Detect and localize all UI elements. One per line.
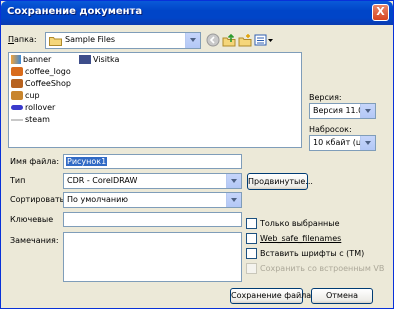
type-label: Тип bbox=[10, 176, 26, 185]
coreldraw-file-icon bbox=[11, 67, 23, 76]
embed-fonts-label: Вставить шрифты с (TM) bbox=[260, 249, 365, 258]
coreldraw-file-icon bbox=[11, 91, 23, 100]
keywords-input[interactable] bbox=[63, 212, 242, 227]
filename-value: Рисунок1 bbox=[66, 157, 108, 166]
web-safe-filenames-checkbox[interactable] bbox=[246, 233, 257, 244]
file-list[interactable]: banner coffee_logo CoffeeShop cup rollov… bbox=[8, 52, 302, 148]
embed-fonts-checkbox[interactable] bbox=[246, 248, 257, 259]
thumbnail-select[interactable]: 10 кбайт (цв) bbox=[309, 135, 376, 151]
filename-input[interactable]: Рисунок1 bbox=[63, 154, 242, 169]
close-button[interactable]: X bbox=[372, 4, 389, 21]
cancel-button[interactable]: Отмена bbox=[311, 288, 373, 304]
file-type-value: CDR - CorelDRAW bbox=[67, 176, 138, 185]
new-folder-icon[interactable] bbox=[238, 33, 252, 47]
thumbnail-label: Набросок: bbox=[309, 125, 352, 134]
image-icon bbox=[11, 55, 21, 64]
back-icon[interactable] bbox=[206, 33, 220, 47]
folder-value: Sample Files bbox=[65, 35, 116, 44]
coreldraw-file-icon bbox=[11, 79, 23, 88]
list-item[interactable]: coffee_logo bbox=[11, 66, 71, 77]
version-label: Версия: bbox=[309, 93, 342, 102]
sort-label: Сортировать bbox=[10, 195, 65, 204]
list-item[interactable]: rollover bbox=[11, 102, 55, 113]
list-item[interactable]: cup bbox=[11, 90, 40, 101]
coreldraw-file-icon bbox=[11, 105, 23, 110]
file-type-select[interactable]: CDR - CorelDRAW bbox=[63, 173, 242, 189]
folder-label: Папка: bbox=[8, 35, 37, 44]
selected-only-label: Только выбранные bbox=[260, 219, 340, 228]
sort-value: По умолчанию bbox=[67, 195, 129, 204]
save-file-button[interactable]: Сохранение файла bbox=[230, 288, 311, 304]
coreldraw-file-icon bbox=[79, 55, 91, 64]
save-with-vba-label: Сохранить со встроенным VBA пр bbox=[260, 264, 384, 273]
notes-label: Замечания: bbox=[10, 236, 59, 245]
list-item[interactable]: banner bbox=[11, 54, 51, 65]
filename-label: Имя файла: bbox=[10, 157, 60, 166]
selected-only-checkbox[interactable] bbox=[246, 218, 257, 229]
view-menu-icon[interactable] bbox=[254, 33, 274, 47]
notes-textarea[interactable] bbox=[63, 232, 242, 282]
save-document-dialog: Сохранение документа X Папка: Sample Fil… bbox=[0, 0, 394, 309]
list-item[interactable]: Visitka bbox=[79, 54, 119, 65]
advanced-button[interactable]: Продвинутые... bbox=[247, 173, 313, 190]
keywords-label: Ключевые bbox=[10, 215, 54, 224]
coreldraw-file-icon bbox=[11, 118, 23, 121]
list-item[interactable]: CoffeeShop bbox=[11, 78, 71, 89]
folder-icon bbox=[49, 37, 62, 46]
version-value: Версия 11.0 bbox=[313, 106, 364, 115]
list-item[interactable]: steam bbox=[11, 114, 50, 125]
sort-select[interactable]: По умолчанию bbox=[63, 192, 242, 208]
web-safe-filenames-label: Web_safe_filenames bbox=[260, 234, 342, 243]
version-select[interactable]: Версия 11.0 bbox=[309, 103, 376, 119]
folder-select[interactable]: Sample Files bbox=[45, 32, 201, 49]
window-title: Сохранение документа bbox=[7, 6, 143, 17]
save-with-vba-checkbox bbox=[246, 263, 257, 274]
up-folder-icon[interactable] bbox=[222, 33, 236, 47]
title-bar[interactable]: Сохранение документа X bbox=[1, 1, 393, 25]
